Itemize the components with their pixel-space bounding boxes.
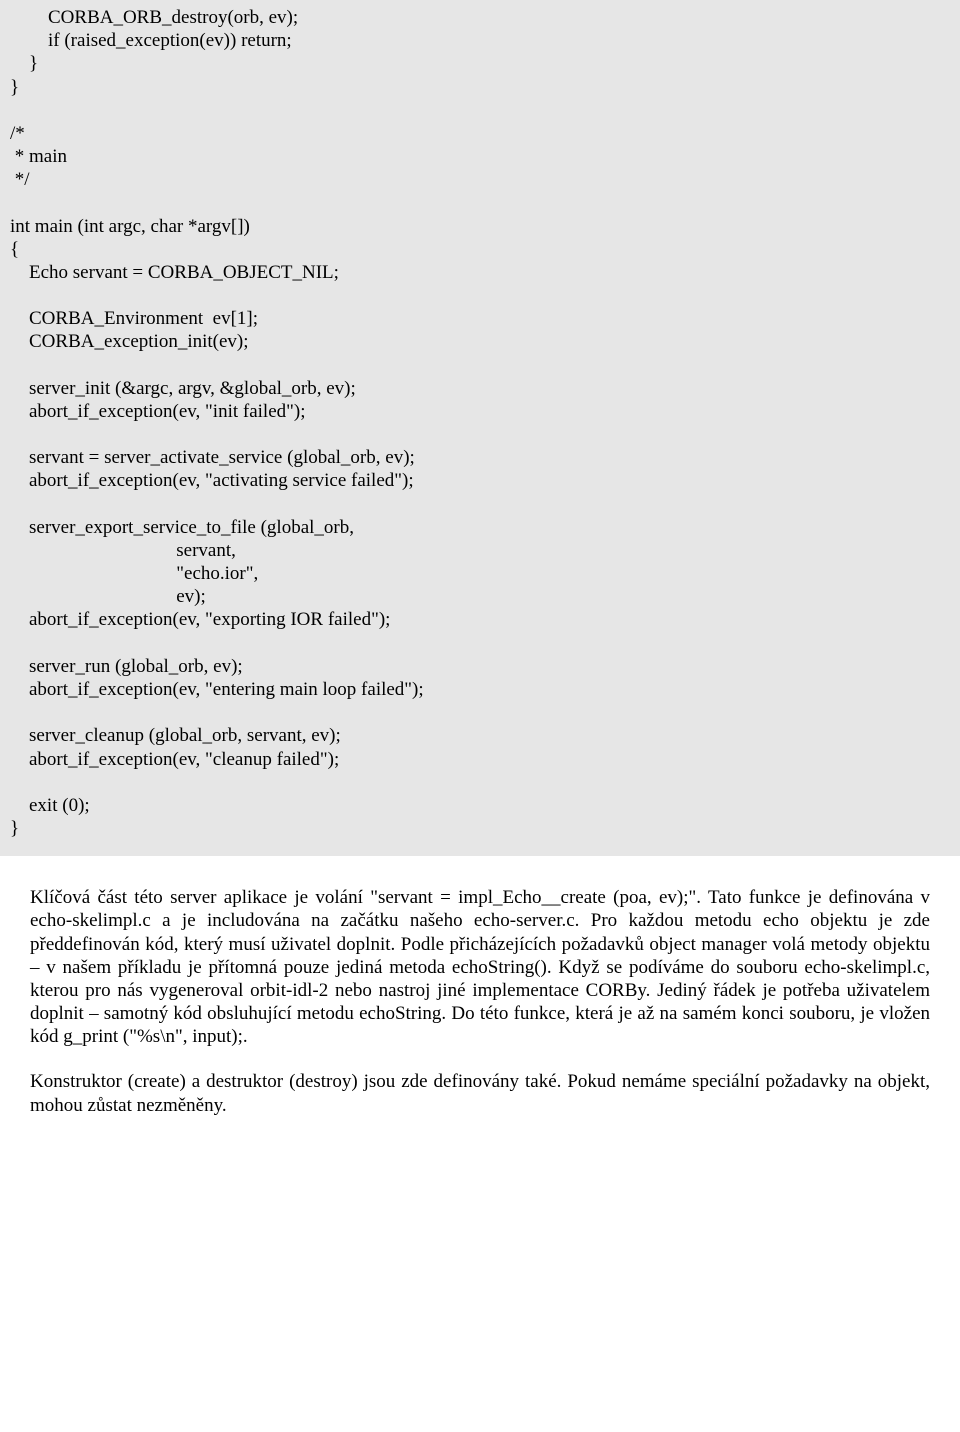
paragraph-2: Konstruktor (create) a destruktor (destr… [30,1070,930,1116]
paragraph-1: Klíčová část této server aplikace je vol… [30,886,930,1048]
body-text: Klíčová část této server aplikace je vol… [0,856,960,1117]
code-block: CORBA_ORB_destroy(orb, ev); if (raised_e… [0,0,960,856]
